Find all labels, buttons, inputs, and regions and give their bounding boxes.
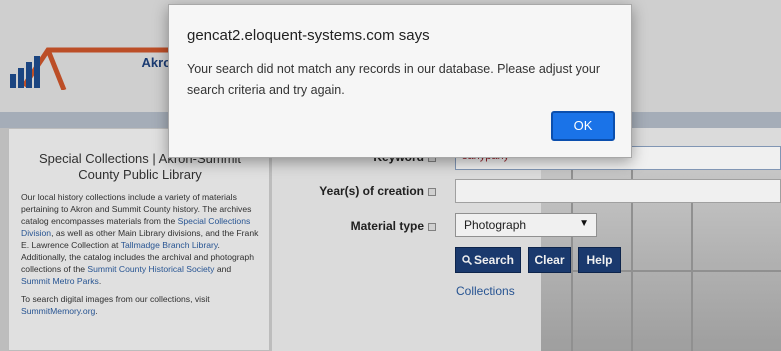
dialog-title: gencat2.eloquent-systems.com says	[187, 27, 430, 44]
alert-dialog: gencat2.eloquent-systems.com says Your s…	[168, 4, 632, 158]
dialog-message: Your search did not match any records in…	[187, 62, 600, 97]
ok-button[interactable]: OK	[551, 111, 615, 141]
catalog-page: Akron-Summit Cou Public Librar Special C…	[0, 0, 781, 351]
